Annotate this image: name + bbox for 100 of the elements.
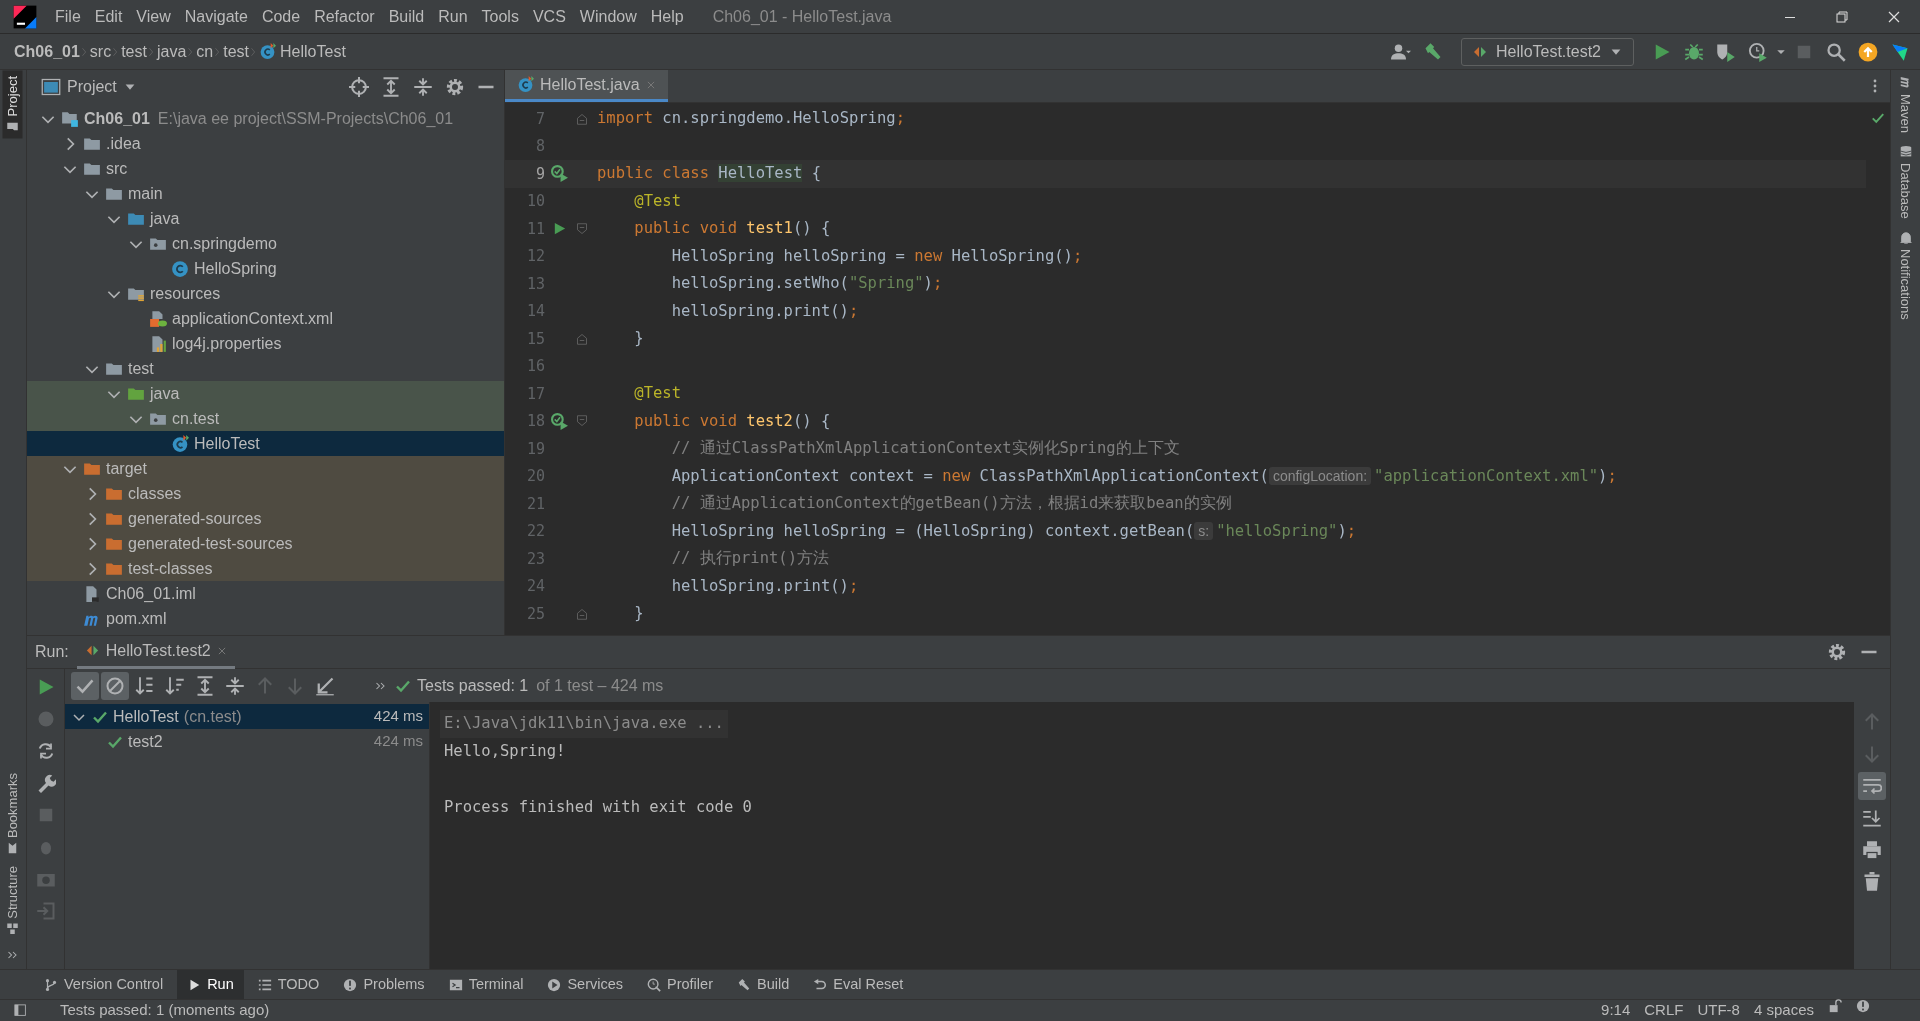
tool-window-tab[interactable]: TODO (247, 969, 330, 1000)
menu-item[interactable]: Refactor (307, 2, 382, 31)
module-icon (61, 109, 79, 128)
console-line: Hello,Spring! (444, 741, 566, 763)
menu-item[interactable]: Window (572, 2, 644, 31)
tree-item[interactable]: .idea (27, 131, 504, 156)
menu-item[interactable]: Run (431, 2, 475, 31)
menu-item[interactable]: Edit (87, 2, 130, 31)
tree-item[interactable]: HelloTest (27, 431, 504, 456)
tree-item[interactable]: generated-sources (27, 506, 504, 531)
code-line: @Test (634, 383, 681, 405)
test-tree-item[interactable]: test2 424 ms (65, 729, 429, 754)
soft-wrap-icon[interactable] (1858, 772, 1886, 800)
configuration-tab[interactable]: HelloTest.test2 (76, 635, 235, 669)
status-item[interactable]: UTF-8 (1697, 999, 1740, 1021)
menu-item[interactable]: Code (254, 2, 308, 31)
module-file-icon (83, 584, 101, 603)
tool-window-tab[interactable]: Run (177, 969, 244, 1000)
tree-item[interactable]: generated-test-sources (27, 531, 504, 556)
undo-icon (813, 977, 828, 992)
tool-window-tab[interactable]: Database (1895, 139, 1916, 225)
status-item[interactable]: 9:14 (1601, 999, 1631, 1021)
menu-item[interactable]: Tools (474, 2, 526, 31)
alert-icon[interactable] (1856, 999, 1870, 1014)
tool-window-tab[interactable]: Eval Reset (803, 969, 914, 1000)
menu-item[interactable]: File (48, 2, 88, 31)
tool-window-tab[interactable]: Structure (3, 860, 23, 941)
status-item[interactable]: 4 spaces (1753, 999, 1814, 1021)
line-number: 25 (525, 603, 545, 625)
tree-item[interactable]: java (27, 381, 504, 406)
tree-item[interactable]: test (27, 356, 504, 381)
tree-item[interactable]: java (27, 206, 504, 231)
line-number: 16 (525, 356, 545, 377)
menu-item[interactable]: VCS (525, 2, 573, 31)
test-status-detail: of 1 test – 424 ms (536, 675, 664, 696)
xml-file-icon (149, 309, 167, 328)
restore-icon[interactable] (1834, 8, 1850, 25)
tree-item[interactable]: Ch06_01 E:\java ee project\SSM-Projects\Ch06_01 (27, 106, 504, 131)
tool-window-tab[interactable]: Terminal (438, 969, 534, 1000)
tree-item[interactable]: cn.test (27, 406, 504, 431)
tool-window-tab[interactable]: Services (537, 969, 634, 1000)
tree-item[interactable]: Ch06_01.iml (27, 581, 504, 606)
tool-window-tab[interactable]: Maven (1895, 70, 1916, 140)
run-configuration-selector[interactable]: HelloTest.test2 (1461, 37, 1634, 66)
panel-label: Run: (35, 642, 69, 662)
tree-item[interactable]: pom.xml (27, 606, 504, 631)
run-passed-gutter-icon[interactable] (550, 412, 568, 430)
tree-item[interactable]: classes (27, 481, 504, 506)
line-number: 12 (525, 246, 545, 267)
test-tree-item[interactable]: HelloTest (cn.test) 424 ms (65, 704, 429, 729)
status-item[interactable]: CRLF (1644, 999, 1684, 1021)
tool-window-tab[interactable]: Bookmarks (3, 767, 23, 861)
more-tools-icon[interactable] (7, 949, 19, 961)
check-icon (1871, 110, 1885, 125)
tree-item[interactable]: HelloSpring (27, 256, 504, 281)
list-icon (257, 977, 272, 992)
code-line: import cn.springdemo.HelloSpring; (597, 108, 905, 130)
diamond-arrows-icon (84, 643, 100, 658)
breadcrumb[interactable]: java (156, 39, 187, 64)
breadcrumb[interactable]: HelloTest (259, 39, 346, 64)
code-line: // 通过ApplicationContext的getBean()方法，根据id来获取bean的实例 (671, 493, 1232, 515)
line-number: 24 (525, 576, 545, 597)
tree-item[interactable]: main (27, 181, 504, 206)
console-line: Process finished with exit code 0 (444, 797, 752, 819)
run-passed-gutter-icon[interactable] (550, 165, 568, 183)
tree-item[interactable]: applicationContext.xml (27, 306, 504, 331)
breadcrumb[interactable]: test (223, 39, 249, 64)
menu-item[interactable]: View (129, 2, 178, 31)
breadcrumb[interactable]: src (89, 39, 112, 64)
lock-icon[interactable] (1828, 999, 1842, 1014)
menu-item[interactable]: Help (643, 2, 691, 31)
tool-window-tab[interactable]: Build (726, 969, 800, 1000)
breadcrumb[interactable]: test (121, 39, 147, 64)
branch-icon (44, 977, 58, 992)
menu-item[interactable]: Navigate (177, 2, 255, 31)
tree-item[interactable]: log4j.properties (27, 331, 504, 356)
bookmark-icon (7, 842, 19, 855)
tree-item[interactable]: target (27, 456, 504, 481)
tool-window-tab[interactable]: Project (3, 70, 23, 139)
play-circle-icon (547, 977, 562, 992)
tool-window-tab[interactable]: Profiler (637, 969, 723, 1000)
tool-window-tab[interactable]: Notifications (1895, 224, 1916, 326)
panel-icon (41, 76, 61, 97)
show-passed-icon[interactable] (71, 671, 99, 700)
tool-window-tab[interactable]: Problems (333, 969, 435, 1000)
code-line: ApplicationContext context = new ClassPathXmlApplicationContext( configLocation: "applicationContext.xml"); (671, 465, 1617, 487)
menu-item[interactable]: Build (381, 2, 432, 31)
tree-item[interactable]: cn.springdemo (27, 231, 504, 256)
code-line: HelloSpring helloSpring = new HelloSpring(); (671, 245, 1083, 267)
breadcrumb[interactable]: Ch06_01 (14, 39, 80, 64)
code-line: } (634, 603, 644, 625)
layout-toggle-icon[interactable] (14, 1003, 28, 1018)
panel-title-dropdown[interactable]: Project (67, 74, 117, 99)
editor-tab[interactable]: HelloTest.java (505, 70, 668, 102)
tool-window-tab[interactable]: Version Control (34, 969, 174, 1000)
breadcrumb[interactable]: cn (196, 39, 214, 64)
show-ignored-icon[interactable] (101, 671, 129, 700)
tree-item[interactable]: src (27, 156, 504, 181)
tree-item[interactable]: test-classes (27, 556, 504, 581)
tree-item[interactable]: resources (27, 281, 504, 306)
